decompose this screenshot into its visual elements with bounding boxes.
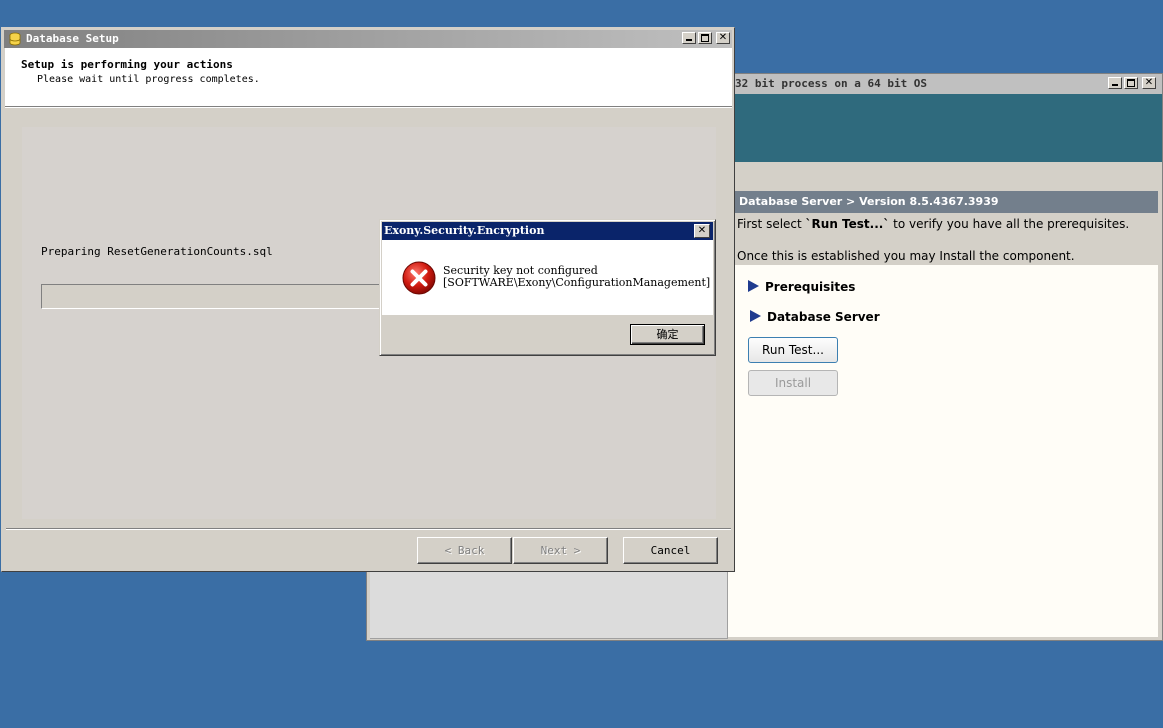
error-dialog: Exony.Security.Encryption ✕ Security key… bbox=[379, 219, 716, 356]
database-icon bbox=[9, 32, 21, 46]
error-icon bbox=[402, 261, 436, 295]
back-button[interactable]: < Back bbox=[417, 537, 512, 564]
maximize-button[interactable] bbox=[1124, 77, 1138, 89]
setup-title-bar[interactable]: Database Setup ✕ bbox=[4, 30, 732, 48]
minimize-button[interactable] bbox=[1108, 77, 1122, 89]
cancel-button[interactable]: Cancel bbox=[623, 537, 718, 564]
expand-triangle-icon bbox=[748, 280, 759, 292]
close-button[interactable]: ✕ bbox=[694, 224, 710, 238]
header-subtitle: Please wait until progress completes. bbox=[37, 74, 260, 85]
installer-title: 32 bit process on a 64 bit OS bbox=[735, 77, 928, 90]
close-button[interactable]: ✕ bbox=[1142, 77, 1156, 89]
ok-button[interactable]: 确定 bbox=[630, 324, 705, 345]
error-title-bar[interactable]: Exony.Security.Encryption ✕ bbox=[382, 222, 713, 240]
status-text: Preparing ResetGenerationCounts.sql bbox=[41, 245, 273, 258]
close-icon: ✕ bbox=[718, 32, 728, 43]
desktop: { "background_window": { "title": "32 bi… bbox=[0, 0, 1163, 728]
run-test-button[interactable]: Run Test... bbox=[748, 337, 838, 363]
section-prerequisites[interactable]: Prerequisites bbox=[748, 280, 855, 294]
instruction-line-2: Once this is established you may Install… bbox=[737, 249, 1075, 263]
close-icon: ✕ bbox=[1144, 77, 1154, 88]
next-button[interactable]: Next > bbox=[513, 537, 608, 564]
error-title: Exony.Security.Encryption bbox=[384, 224, 545, 237]
maximize-button[interactable] bbox=[698, 32, 712, 44]
setup-title: Database Setup bbox=[26, 32, 119, 45]
close-icon: ✕ bbox=[697, 225, 707, 236]
setup-header: Setup is performing your actions Please … bbox=[5, 48, 732, 108]
expand-triangle-icon bbox=[750, 310, 761, 322]
footer-divider bbox=[6, 528, 731, 530]
close-button[interactable]: ✕ bbox=[716, 32, 730, 44]
instruction-line-1: First select `Run Test...` to verify you… bbox=[737, 217, 1130, 231]
header-title: Setup is performing your actions bbox=[21, 58, 233, 71]
component-heading: Database Server > Version 8.5.4367.3939 bbox=[733, 191, 1158, 213]
installer-left-pane bbox=[370, 570, 728, 639]
error-body: Security key not configured [SOFTWARE\Ex… bbox=[382, 240, 713, 315]
error-message-line-2: [SOFTWARE\Exony\ConfigurationManagement] bbox=[443, 276, 711, 289]
section-database-server[interactable]: Database Server bbox=[750, 310, 880, 324]
minimize-button[interactable] bbox=[682, 32, 696, 44]
install-button[interactable]: Install bbox=[748, 370, 838, 396]
